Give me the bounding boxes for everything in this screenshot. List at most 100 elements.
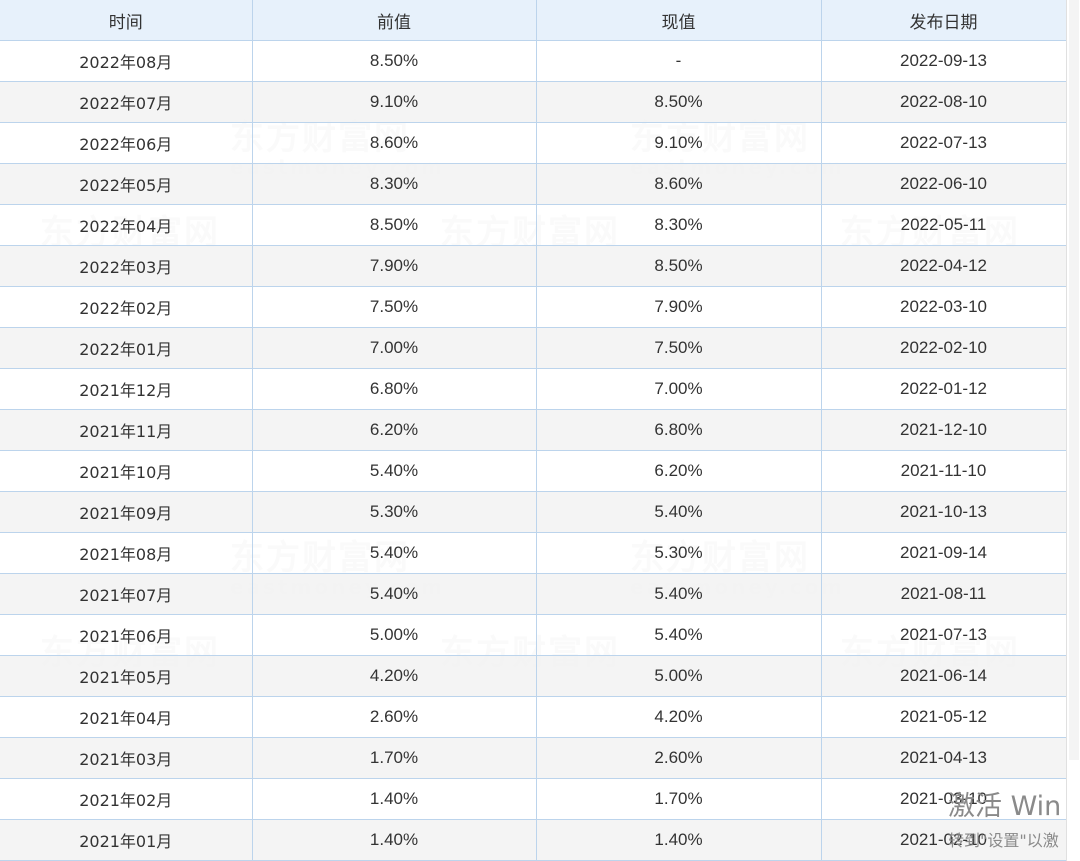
- cell-previous-value: 5.40%: [251, 532, 537, 574]
- table-row: 2022年07月 9.10% 8.50% 2022-08-10: [0, 81, 1067, 123]
- table-row: 2022年04月 8.50% 8.30% 2022-05-11: [0, 204, 1067, 246]
- cell-time: 2022年04月: [0, 204, 253, 246]
- table-row: 2022年03月 7.90% 8.50% 2022-04-12: [0, 245, 1067, 287]
- cell-release-date: 2022-04-12: [820, 245, 1067, 287]
- cell-current-value: 5.00%: [535, 655, 822, 697]
- cell-release-date: 2022-03-10: [820, 286, 1067, 328]
- cell-time: 2021年03月: [0, 737, 253, 779]
- cell-release-date: 2021-09-14: [820, 532, 1067, 574]
- data-table-container: 时间 前值 现值 发布日期 2022年08月 8.50% - 2022-09-1…: [0, 0, 1067, 861]
- vertical-scrollbar[interactable]: [1066, 0, 1080, 861]
- cell-current-value: 8.50%: [535, 81, 822, 123]
- cell-time: 2021年12月: [0, 368, 253, 410]
- table-row: 2022年02月 7.50% 7.90% 2022-03-10: [0, 286, 1067, 328]
- cell-previous-value: 1.40%: [251, 819, 537, 861]
- cell-release-date: 2022-07-13: [820, 122, 1067, 164]
- cell-previous-value: 8.60%: [251, 122, 537, 164]
- cell-current-value: 8.50%: [535, 245, 822, 287]
- cell-release-date: 2021-11-10: [820, 450, 1067, 492]
- cell-current-value: 2.60%: [535, 737, 822, 779]
- cell-time: 2022年02月: [0, 286, 253, 328]
- cell-current-value: 7.50%: [535, 327, 822, 369]
- cell-release-date: 2021-04-13: [820, 737, 1067, 779]
- cell-previous-value: 8.30%: [251, 163, 537, 205]
- cell-release-date: 2022-08-10: [820, 81, 1067, 123]
- cell-time: 2022年06月: [0, 122, 253, 164]
- cell-previous-value: 1.40%: [251, 778, 537, 820]
- cell-current-value: 7.90%: [535, 286, 822, 328]
- cell-current-value: 5.40%: [535, 614, 822, 656]
- table-row: 2022年08月 8.50% - 2022-09-13: [0, 40, 1067, 82]
- cell-current-value: 5.30%: [535, 532, 822, 574]
- cell-time: 2021年10月: [0, 450, 253, 492]
- cell-previous-value: 8.50%: [251, 204, 537, 246]
- cell-release-date: 2022-01-12: [820, 368, 1067, 410]
- cell-current-value: -: [535, 40, 822, 82]
- cell-current-value: 6.80%: [535, 409, 822, 451]
- cell-previous-value: 5.40%: [251, 450, 537, 492]
- cell-time: 2022年01月: [0, 327, 253, 369]
- table-row: 2021年07月 5.40% 5.40% 2021-08-11: [0, 573, 1067, 615]
- cell-current-value: 5.40%: [535, 491, 822, 533]
- table-row: 2021年12月 6.80% 7.00% 2022-01-12: [0, 368, 1067, 410]
- activation-subtitle: 转到"设置"以激: [948, 831, 1059, 850]
- table-row: 2021年01月 1.40% 1.40% 2021-02-10: [0, 819, 1067, 861]
- cell-current-value: 7.00%: [535, 368, 822, 410]
- windows-activation-watermark: 激活 Win 转到"设置"以激: [948, 784, 1061, 851]
- activation-title: 激活 Win: [948, 791, 1062, 822]
- cell-time: 2022年07月: [0, 81, 253, 123]
- cell-current-value: 5.40%: [535, 573, 822, 615]
- header-current-value[interactable]: 现值: [535, 0, 822, 41]
- cell-release-date: 2022-09-13: [820, 40, 1067, 82]
- cell-current-value: 1.40%: [535, 819, 822, 861]
- cell-release-date: 2021-06-14: [820, 655, 1067, 697]
- table-row: 2021年04月 2.60% 4.20% 2021-05-12: [0, 696, 1067, 738]
- data-table: 时间 前值 现值 发布日期 2022年08月 8.50% - 2022-09-1…: [0, 0, 1067, 861]
- cell-current-value: 1.70%: [535, 778, 822, 820]
- cell-previous-value: 7.90%: [251, 245, 537, 287]
- cell-current-value: 8.60%: [535, 163, 822, 205]
- cell-previous-value: 6.80%: [251, 368, 537, 410]
- table-row: 2021年11月 6.20% 6.80% 2021-12-10: [0, 409, 1067, 451]
- cell-previous-value: 7.50%: [251, 286, 537, 328]
- header-release-date[interactable]: 发布日期: [820, 0, 1067, 41]
- table-row: 2022年01月 7.00% 7.50% 2022-02-10: [0, 327, 1067, 369]
- header-time[interactable]: 时间: [0, 0, 253, 41]
- cell-release-date: 2021-08-11: [820, 573, 1067, 615]
- cell-current-value: 4.20%: [535, 696, 822, 738]
- cell-previous-value: 7.00%: [251, 327, 537, 369]
- table-row: 2021年06月 5.00% 5.40% 2021-07-13: [0, 614, 1067, 656]
- cell-time: 2021年04月: [0, 696, 253, 738]
- cell-time: 2021年06月: [0, 614, 253, 656]
- cell-previous-value: 1.70%: [251, 737, 537, 779]
- cell-time: 2021年05月: [0, 655, 253, 697]
- cell-previous-value: 2.60%: [251, 696, 537, 738]
- scrollbar-thumb[interactable]: [1069, 0, 1079, 760]
- cell-time: 2021年11月: [0, 409, 253, 451]
- cell-release-date: 2021-07-13: [820, 614, 1067, 656]
- cell-release-date: 2022-05-11: [820, 204, 1067, 246]
- header-previous-value[interactable]: 前值: [251, 0, 537, 41]
- table-row: 2022年05月 8.30% 8.60% 2022-06-10: [0, 163, 1067, 205]
- cell-release-date: 2021-05-12: [820, 696, 1067, 738]
- table-row: 2021年08月 5.40% 5.30% 2021-09-14: [0, 532, 1067, 574]
- cell-previous-value: 5.30%: [251, 491, 537, 533]
- cell-release-date: 2021-10-13: [820, 491, 1067, 533]
- table-header-row: 时间 前值 现值 发布日期: [0, 0, 1067, 41]
- cell-previous-value: 4.20%: [251, 655, 537, 697]
- cell-time: 2021年01月: [0, 819, 253, 861]
- cell-current-value: 6.20%: [535, 450, 822, 492]
- table-row: 2021年05月 4.20% 5.00% 2021-06-14: [0, 655, 1067, 697]
- table-row: 2022年06月 8.60% 9.10% 2022-07-13: [0, 122, 1067, 164]
- cell-time: 2022年05月: [0, 163, 253, 205]
- cell-release-date: 2022-02-10: [820, 327, 1067, 369]
- cell-time: 2021年09月: [0, 491, 253, 533]
- cell-release-date: 2021-12-10: [820, 409, 1067, 451]
- cell-release-date: 2022-06-10: [820, 163, 1067, 205]
- cell-time: 2021年02月: [0, 778, 253, 820]
- cell-time: 2022年08月: [0, 40, 253, 82]
- cell-previous-value: 8.50%: [251, 40, 537, 82]
- table-row: 2021年03月 1.70% 2.60% 2021-04-13: [0, 737, 1067, 779]
- cell-time: 2021年07月: [0, 573, 253, 615]
- cell-time: 2021年08月: [0, 532, 253, 574]
